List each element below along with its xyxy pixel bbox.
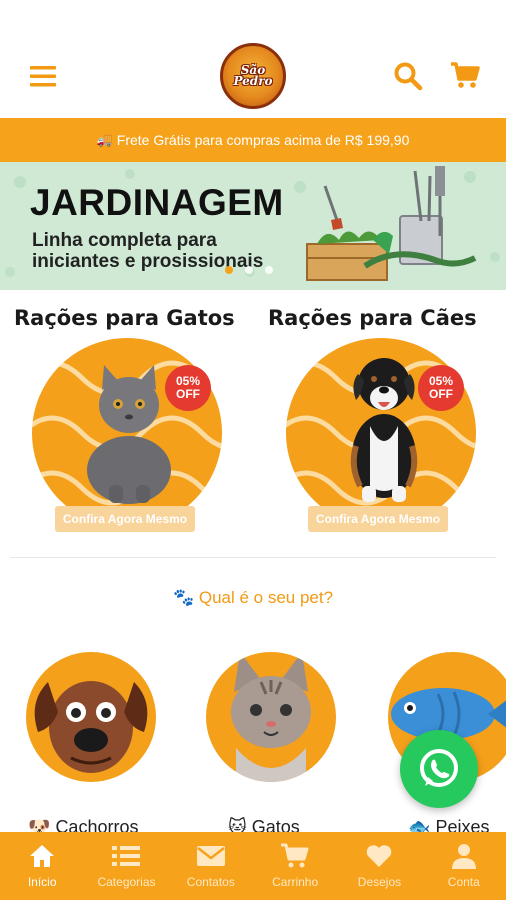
home-icon xyxy=(28,843,56,869)
hero-banner[interactable]: JARDINAGEM Linha completa para iniciante… xyxy=(0,162,506,290)
heart-icon xyxy=(365,843,393,869)
nav-cart-label: Carrinho xyxy=(272,875,319,889)
cat-food-cta-button[interactable]: Confira Agora Mesmo xyxy=(55,506,195,532)
nav-contacts-label: Contatos xyxy=(186,875,235,889)
nav-home-label: Início xyxy=(27,875,57,889)
dog-food-title: Rações para Cães xyxy=(268,306,477,330)
dog-discount-badge: 05% OFF xyxy=(418,365,464,411)
mail-icon xyxy=(196,843,225,869)
nav-home[interactable]: Início xyxy=(0,832,84,900)
paw-icon: 🐾 xyxy=(172,588,195,607)
user-icon xyxy=(450,843,478,869)
cat-icon xyxy=(231,652,311,782)
nav-contacts[interactable]: Contatos xyxy=(169,832,253,900)
pet-question-text: Qual é o seu pet? xyxy=(198,588,334,607)
header-cart-button[interactable] xyxy=(447,58,483,94)
menu-button[interactable] xyxy=(26,58,60,94)
dog-category-circle xyxy=(26,652,156,782)
nav-categories-label: Categorias xyxy=(97,875,156,889)
banner-title: JARDINAGEM xyxy=(30,182,284,223)
dog-discount-off: OFF xyxy=(429,387,453,401)
truck-icon: 🚚 xyxy=(96,132,113,147)
dog-food-cta-button[interactable]: Confira Agora Mesmo xyxy=(308,506,448,532)
nav-cart[interactable]: Carrinho xyxy=(253,832,337,900)
cat-discount-badge: 05% OFF xyxy=(165,365,211,411)
cart-icon xyxy=(281,843,309,869)
hamburger-menu-icon xyxy=(30,66,56,87)
carousel-dot-3[interactable] xyxy=(265,266,273,274)
nav-account-label: Conta xyxy=(447,875,480,889)
free-shipping-bar: 🚚 Frete Grátis para compras acima de R$ … xyxy=(0,118,506,162)
pet-category-cats[interactable]: 🐱 Gatos xyxy=(198,652,336,837)
bottom-navigation: Início Categorias Contatos Carrinho Dese… xyxy=(0,832,506,900)
search-button[interactable] xyxy=(390,58,426,94)
search-icon xyxy=(394,62,423,91)
free-shipping-text: Frete Grátis para compras acima de R$ 19… xyxy=(116,132,410,148)
store-logo[interactable]: São Pedro xyxy=(220,43,286,109)
app-header: São Pedro xyxy=(0,0,506,118)
gardening-tools-illustration xyxy=(306,166,477,281)
nav-wishlist[interactable]: Desejos xyxy=(337,832,421,900)
whatsapp-button[interactable] xyxy=(400,730,478,808)
dog-photo xyxy=(350,358,418,502)
nav-wishlist-label: Desejos xyxy=(357,875,402,889)
pet-question: 🐾 Qual é o seu pet? xyxy=(0,588,506,608)
cat-category-circle xyxy=(206,652,336,782)
dog-icon xyxy=(34,681,148,773)
cat-food-title: Rações para Gatos xyxy=(14,306,235,330)
carousel-dot-1[interactable] xyxy=(225,266,233,274)
list-icon xyxy=(112,843,141,869)
carousel-indicators xyxy=(225,266,273,274)
section-divider xyxy=(10,557,496,558)
whatsapp-icon xyxy=(420,749,458,787)
nav-categories[interactable]: Categorias xyxy=(84,832,168,900)
logo-text-line2: Pedro xyxy=(233,74,273,88)
nav-account[interactable]: Conta xyxy=(422,832,506,900)
cat-discount-off: OFF xyxy=(176,387,200,401)
cart-icon xyxy=(451,62,480,88)
pet-category-dogs[interactable]: 🐶 Cachorros xyxy=(18,652,156,837)
carousel-dot-2[interactable] xyxy=(245,266,253,274)
